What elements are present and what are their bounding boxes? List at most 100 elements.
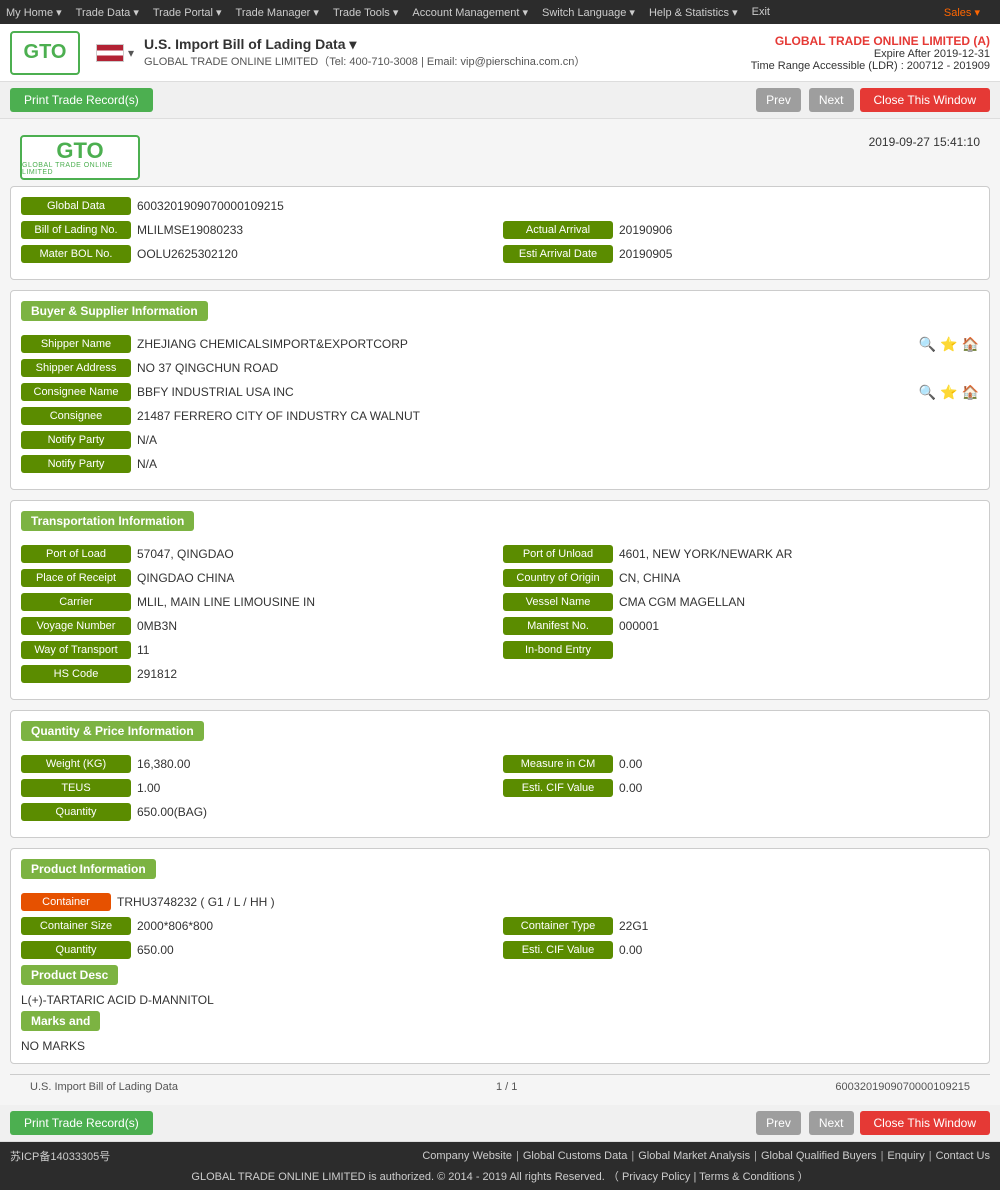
consignee-value: 21487 FERRERO CITY OF INDUSTRY CA WALNUT <box>137 409 979 423</box>
hs-code-label: HS Code <box>21 665 131 683</box>
footer-company-website[interactable]: Company Website <box>422 1150 512 1162</box>
port-unload-pair: Port of Unload 4601, NEW YORK/NEWARK AR <box>503 545 979 563</box>
notify-party2-row: Notify Party N/A <box>21 455 979 473</box>
hs-code-value: 291812 <box>137 667 979 681</box>
close-top-button[interactable]: Close This Window <box>860 88 990 112</box>
next-top-button[interactable]: Next <box>809 88 854 112</box>
mater-bol-row: Mater BOL No. OOLU2625302120 Esti Arriva… <box>21 245 979 263</box>
esti-arrival-value: 20190905 <box>619 247 979 261</box>
esti-arrival-pair: Esti Arrival Date 20190905 <box>503 245 979 263</box>
consignee-icons: 🔍 ⭐ 🏠 <box>919 384 979 401</box>
shipper-icons: 🔍 ⭐ 🏠 <box>919 336 979 353</box>
voyage-pair: Voyage Number 0MB3N <box>21 617 497 635</box>
marks-value: NO MARKS <box>21 1039 979 1053</box>
close-bottom-button[interactable]: Close This Window <box>860 1111 990 1135</box>
container-size-value: 2000*806*800 <box>137 919 497 933</box>
prev-top-button[interactable]: Prev <box>756 88 801 112</box>
container-value: TRHU3748232 ( G1 / L / HH ) <box>117 895 979 909</box>
bol-row: Bill of Lading No. MLILMSE19080233 Actua… <box>21 221 979 239</box>
nav-exit[interactable]: Exit <box>752 6 770 18</box>
container-type-label: Container Type <box>503 917 613 935</box>
carrier-vessel-row: Carrier MLIL, MAIN LINE LIMOUSINE IN Ves… <box>21 593 979 611</box>
quantity-value: 650.00(BAG) <box>137 805 979 819</box>
consignee-row: Consignee 21487 FERRERO CITY OF INDUSTRY… <box>21 407 979 425</box>
next-bottom-button[interactable]: Next <box>809 1111 854 1135</box>
nav-trademanager[interactable]: Trade Manager ▾ <box>236 6 319 19</box>
report-logo: GTO GLOBAL TRADE ONLINE LIMITED <box>20 135 140 180</box>
flag-dropdown[interactable]: ▾ <box>128 46 134 60</box>
footer-contact-us[interactable]: Contact Us <box>936 1150 990 1162</box>
page-footer: 苏ICP备14033305号 Company Website | Global … <box>0 1142 1000 1190</box>
footer-global-buyers[interactable]: Global Qualified Buyers <box>761 1150 877 1162</box>
transport-section-header: Transportation Information <box>21 511 194 531</box>
container-label: Container <box>21 893 111 911</box>
marks-section: Marks and NO MARKS <box>21 1011 979 1053</box>
quantity2-value: 650.00 <box>137 943 497 957</box>
port-unload-value: 4601, NEW YORK/NEWARK AR <box>619 547 979 561</box>
way-transport-label: Way of Transport <box>21 641 131 659</box>
container-type-pair: Container Type 22G1 <box>503 917 979 935</box>
buyer-supplier-header: Buyer & Supplier Information <box>21 301 979 329</box>
port-row: Port of Load 57047, QINGDAO Port of Unlo… <box>21 545 979 563</box>
voyage-manifest-row: Voyage Number 0MB3N Manifest No. 000001 <box>21 617 979 635</box>
marks-label: Marks and <box>21 1011 100 1031</box>
footer-enquiry[interactable]: Enquiry <box>887 1150 924 1162</box>
nav-switchlanguage[interactable]: Switch Language ▾ <box>542 6 635 19</box>
teus-pair: TEUS 1.00 <box>21 779 497 797</box>
nav-buttons-top: Prev Next Close This Window <box>754 88 990 112</box>
carrier-label: Carrier <box>21 593 131 611</box>
shipper-search-icon[interactable]: 🔍 <box>919 336 936 353</box>
company-name: GLOBAL TRADE ONLINE LIMITED (A) <box>751 34 990 48</box>
esti-cif2-label: Esti. CIF Value <box>503 941 613 959</box>
notify-party1-row: Notify Party N/A <box>21 431 979 449</box>
nav-sales[interactable]: Sales ▾ <box>944 6 980 19</box>
footer-copyright: GLOBAL TRADE ONLINE LIMITED is authorize… <box>10 1168 990 1184</box>
consignee-search-icon[interactable]: 🔍 <box>919 384 936 401</box>
consignee-name-label: Consignee Name <box>21 383 131 401</box>
vessel-pair: Vessel Name CMA CGM MAGELLAN <box>503 593 979 611</box>
shipper-name-row: Shipper Name ZHEJIANG CHEMICALSIMPORT&EX… <box>21 335 979 353</box>
top-nav: My Home ▾ Trade Data ▾ Trade Portal ▾ Tr… <box>0 0 1000 24</box>
mater-bol-label: Mater BOL No. <box>21 245 131 263</box>
prev-bottom-button[interactable]: Prev <box>756 1111 801 1135</box>
consignee-star-icon[interactable]: ⭐ <box>940 384 957 401</box>
notify-party1-value: N/A <box>137 433 979 447</box>
container-size-label: Container Size <box>21 917 131 935</box>
report-logo-sub: GLOBAL TRADE ONLINE LIMITED <box>22 162 138 176</box>
country-origin-pair: Country of Origin CN, CHINA <box>503 569 979 587</box>
consignee-home-icon[interactable]: 🏠 <box>962 384 979 401</box>
product-header-wrapper: Product Information <box>21 859 979 887</box>
actual-arrival-label: Actual Arrival <box>503 221 613 239</box>
notify-party2-label: Notify Party <box>21 455 131 473</box>
container-type-value: 22G1 <box>619 919 979 933</box>
teus-value: 1.00 <box>137 781 497 795</box>
nav-help[interactable]: Help & Statistics ▾ <box>649 6 738 19</box>
nav-tradetools[interactable]: Trade Tools ▾ <box>333 6 398 19</box>
nav-accountmanagement[interactable]: Account Management ▾ <box>412 6 528 19</box>
print-bottom-button[interactable]: Print Trade Record(s) <box>10 1111 153 1135</box>
shipper-home-icon[interactable]: 🏠 <box>962 336 979 353</box>
voyage-number-value: 0MB3N <box>137 619 497 633</box>
shipper-addr-label: Shipper Address <box>21 359 131 377</box>
container-row: Container TRHU3748232 ( G1 / L / HH ) <box>21 893 979 911</box>
footer-global-market[interactable]: Global Market Analysis <box>638 1150 750 1162</box>
measure-cm-label: Measure in CM <box>503 755 613 773</box>
bol-label: Bill of Lading No. <box>21 221 131 239</box>
container-size-pair: Container Size 2000*806*800 <box>21 917 497 935</box>
bottom-action-bar: Print Trade Record(s) Prev Next Close Th… <box>0 1105 1000 1142</box>
esti-cif2-pair: Esti. CIF Value 0.00 <box>503 941 979 959</box>
buyer-supplier-section-header: Buyer & Supplier Information <box>21 301 208 321</box>
footer-global-customs[interactable]: Global Customs Data <box>523 1150 628 1162</box>
nav-tradeportal[interactable]: Trade Portal ▾ <box>153 6 222 19</box>
nav-tradedata[interactable]: Trade Data ▾ <box>76 6 139 19</box>
nav-buttons-bottom: Prev Next Close This Window <box>754 1111 990 1135</box>
quantity2-label: Quantity <box>21 941 131 959</box>
report-logo-text: GTO <box>56 140 103 162</box>
shipper-star-icon[interactable]: ⭐ <box>940 336 957 353</box>
logo: GTO <box>10 31 80 75</box>
quantity-row: Quantity 650.00(BAG) <box>21 803 979 821</box>
global-data-row: Global Data 6003201909070000109215 <box>21 197 979 215</box>
shipper-name-label: Shipper Name <box>21 335 131 353</box>
nav-myhome[interactable]: My Home ▾ <box>6 6 62 19</box>
print-top-button[interactable]: Print Trade Record(s) <box>10 88 153 112</box>
